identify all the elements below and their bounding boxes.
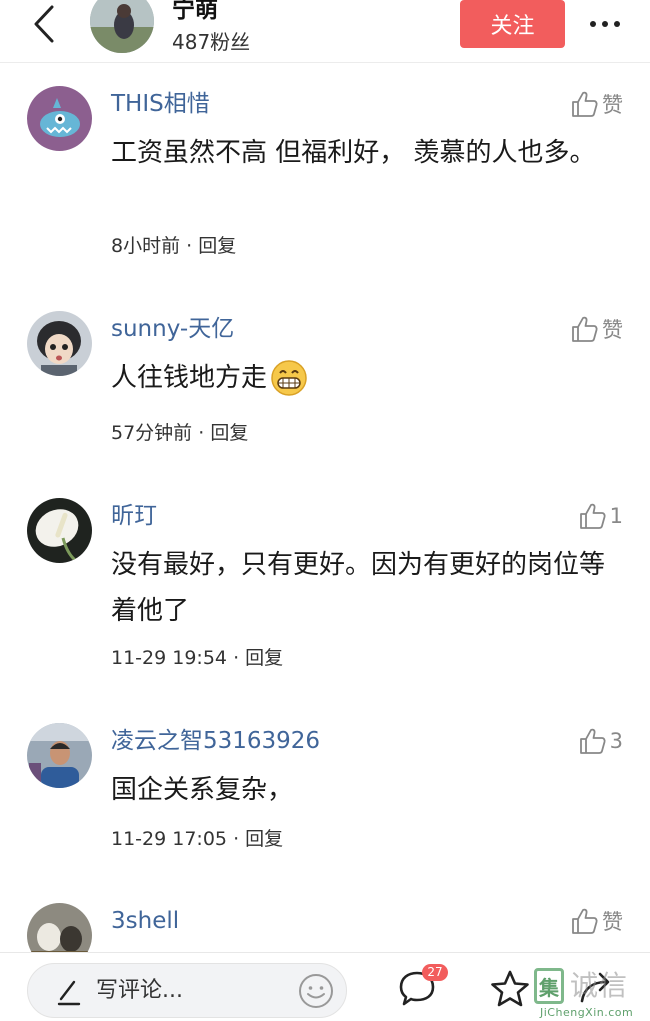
meta-separator: · — [233, 647, 246, 669]
smiley-icon[interactable] — [298, 973, 334, 1009]
like-button[interactable]: 赞 — [570, 905, 623, 937]
chevron-left-icon — [34, 5, 54, 43]
more-dot-icon — [590, 21, 596, 27]
comment-time: 11-29 19:54 — [111, 647, 228, 669]
like-count: 赞 — [602, 93, 623, 117]
reply-button[interactable]: 回复 — [245, 647, 283, 669]
top-header: 宁萌 487粉丝 关注 — [0, 0, 650, 63]
commenter-name[interactable]: sunny-天亿 — [111, 314, 234, 344]
comment-meta: 8小时前 · 回复 — [111, 233, 236, 259]
comment-meta: 57分钟前 · 回复 — [111, 420, 248, 446]
reply-button[interactable]: 回复 — [245, 828, 283, 850]
watermark-text: 诚信 — [570, 969, 629, 1002]
comment-item: 昕玎 1 没有最好，只有更好。因为有更好的岗位等着他了 11-29 19:54 … — [0, 498, 650, 698]
commenter-avatar[interactable] — [27, 723, 92, 788]
more-dot-icon — [614, 21, 620, 27]
grinning-emoji-icon — [271, 360, 307, 396]
like-count: 1 — [609, 504, 623, 528]
author-avatar-image — [90, 0, 154, 53]
meta-separator: · — [198, 422, 211, 444]
comment-input[interactable]: 写评论... — [27, 963, 347, 1018]
comment-time: 57分钟前 — [111, 422, 193, 444]
comment-text-row: 人往钱地方走 — [111, 355, 621, 401]
commenter-name[interactable]: 3shell — [111, 906, 179, 936]
comment-count-badge: 27 — [422, 964, 448, 981]
commenter-name[interactable]: 昕玎 — [111, 501, 157, 531]
thumbs-up-icon — [572, 908, 598, 934]
white-flower-avatar-icon — [27, 498, 92, 563]
more-dot-icon — [602, 21, 608, 27]
reply-button[interactable]: 回复 — [198, 235, 236, 257]
like-button[interactable]: 1 — [578, 500, 623, 532]
comment-item: THIS相惜 赞 工资虽然不高 但福利好， 羡慕的人也多。 8小时前 · 回复 — [0, 86, 650, 286]
site-watermark: 集 诚信 JiChengXin.com — [534, 968, 650, 1021]
reply-button[interactable]: 回复 — [210, 422, 248, 444]
comment-item: sunny-天亿 赞 人往钱地方走 57分钟前 · 回复 — [0, 311, 650, 471]
thumbs-up-icon — [579, 503, 606, 529]
comment-text: 人往钱地方走 — [111, 363, 268, 393]
comment-input-placeholder: 写评论... — [96, 978, 183, 1003]
dog-photo-avatar-icon — [27, 903, 92, 952]
comment-meta: 11-29 19:54 · 回复 — [111, 645, 283, 671]
blue-monster-avatar-icon — [27, 86, 92, 151]
like-button[interactable]: 赞 — [570, 313, 623, 345]
watermark-logo: 集 — [534, 968, 564, 1004]
comment-time: 11-29 17:05 — [111, 828, 228, 850]
comment-meta: 11-29 17:05 · 回复 — [111, 826, 283, 852]
comment-item: 3shell 赞 — [0, 903, 650, 952]
thumbs-up-icon — [579, 728, 606, 754]
pen-icon — [57, 980, 81, 1006]
thumbs-up-icon — [572, 316, 598, 342]
like-count: 赞 — [602, 910, 623, 934]
follow-button[interactable]: 关注 — [460, 0, 565, 48]
anime-boy-avatar-icon — [27, 311, 92, 376]
like-count: 3 — [609, 729, 623, 753]
commenter-name[interactable]: 凌云之智53163926 — [111, 726, 320, 756]
man-photo-avatar-icon — [27, 723, 92, 788]
commenter-avatar[interactable] — [27, 498, 92, 563]
comment-text: 工资虽然不高 但福利好， 羡慕的人也多。 — [111, 138, 596, 168]
commenter-avatar[interactable] — [27, 86, 92, 151]
meta-separator: · — [233, 828, 246, 850]
more-options-button[interactable] — [580, 4, 630, 44]
star-icon[interactable] — [488, 967, 532, 1011]
author-fans-count: 487粉丝 — [172, 30, 251, 54]
author-avatar[interactable] — [90, 0, 154, 53]
author-name[interactable]: 宁萌 — [172, 0, 218, 24]
like-count: 赞 — [602, 318, 623, 342]
commenter-name[interactable]: THIS相惜 — [111, 89, 210, 119]
commenter-avatar[interactable] — [27, 903, 92, 952]
comment-text: 国企关系复杂， — [111, 775, 294, 805]
comment-item: 凌云之智53163926 3 国企关系复杂， 11-29 17:05 · 回复 — [0, 723, 650, 883]
comment-text: 没有最好，只有更好。因为有更好的岗位等着他了 — [111, 550, 606, 626]
commenter-avatar[interactable] — [27, 311, 92, 376]
watermark-url: JiChengXin.com — [540, 1006, 634, 1019]
like-button[interactable]: 3 — [578, 725, 623, 757]
like-button[interactable]: 赞 — [570, 88, 623, 120]
back-button[interactable] — [22, 2, 66, 46]
thumbs-up-icon — [572, 91, 598, 117]
comment-time: 8小时前 — [111, 235, 181, 257]
meta-separator: · — [186, 235, 199, 257]
